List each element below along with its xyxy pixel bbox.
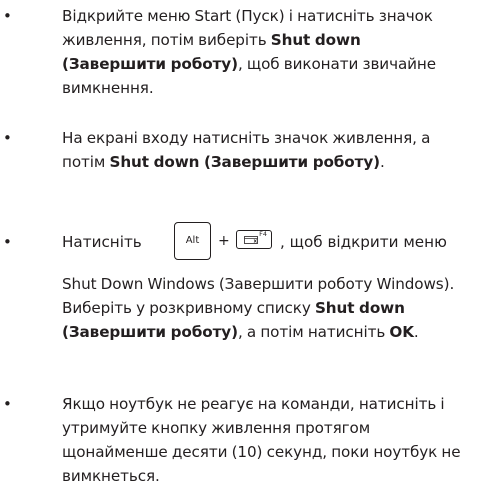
item3-text-c: . <box>413 323 419 341</box>
item1-text-a: Відкрийте меню Start (Пуск) і натисніть … <box>62 7 433 49</box>
keyboard-shortcut-line: Натисніть Alt + F4 , щоб відкрити меню <box>62 222 467 266</box>
f4-key-label: F4 <box>259 230 267 238</box>
list-item-text: На екрані входу натисніть значок живленн… <box>62 126 467 174</box>
item3-text-b: , а потім натисніть <box>237 323 390 341</box>
bullet-symbol: • <box>3 233 12 251</box>
item4-text-a: Якщо ноутбук не реагує на команди, натис… <box>62 395 461 485</box>
open-menu-text: , щоб відкрити меню <box>280 233 447 251</box>
list-item-text: Shut Down Windows (Завершити роботу Wind… <box>62 272 467 344</box>
instruction-page: • Відкрийте меню Start (Пуск) і натисніт… <box>0 0 477 485</box>
item2-bold-a: Shut down (Завершити роботу) <box>109 153 380 171</box>
bullet-symbol: • <box>3 7 12 25</box>
plus-sign: + <box>218 233 230 249</box>
list-item-text: Відкрийте меню Start (Пуск) і натисніть … <box>62 4 467 100</box>
alt-key-label: Alt <box>185 235 200 246</box>
bullet-symbol: • <box>3 395 12 413</box>
list-item-text: Якщо ноутбук не реагує на команди, натис… <box>62 392 467 488</box>
press-text: Натисніть <box>62 233 142 251</box>
bullet-symbol: • <box>3 129 12 147</box>
alt-key-icon: Alt <box>174 222 211 260</box>
item2-text-b: . <box>379 153 385 171</box>
f4-key-icon: F4 <box>236 230 272 249</box>
window-close-glyph-icon <box>244 236 258 244</box>
item3-bold-b: OK <box>389 323 414 341</box>
